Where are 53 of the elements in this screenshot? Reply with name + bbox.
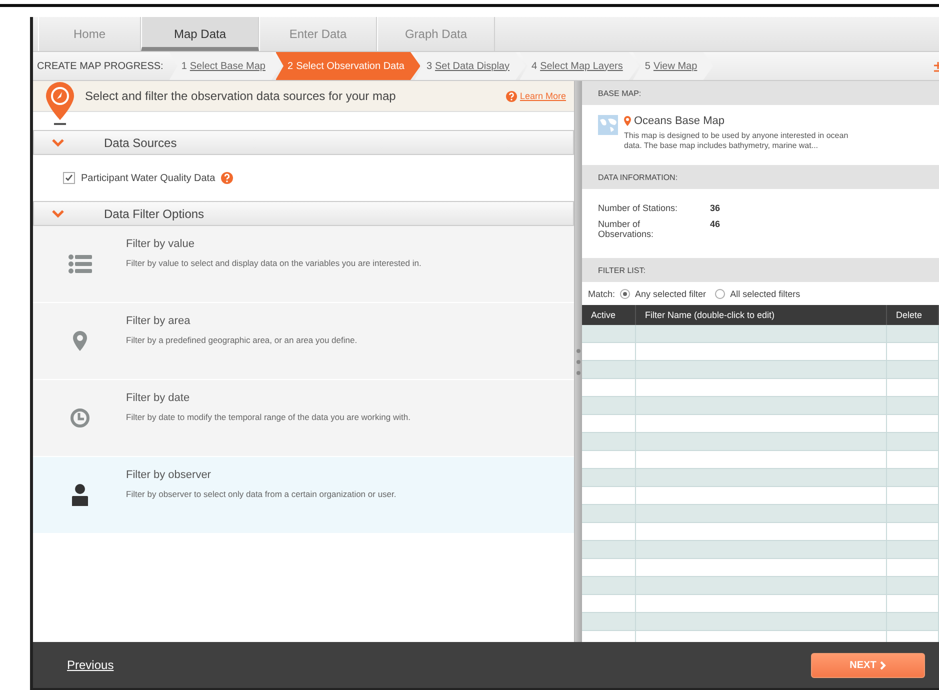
progress-step[interactable]: 4 Select Map Layers — [520, 52, 639, 80]
section-heading: BASE MAP: — [582, 81, 939, 105]
filter-option[interactable]: Filter by observer Filter by observer to select only data from a certain organization or user. — [33, 457, 574, 534]
radio-button[interactable] — [715, 288, 726, 298]
chevron-icon[interactable] — [52, 210, 64, 218]
info-label: Number of Observations: — [598, 219, 655, 239]
section-title: Data Sources — [104, 136, 177, 150]
filter-description: Filter by value to select and display data on the variables you are interested in. — [126, 258, 422, 268]
clock-icon — [70, 408, 90, 428]
filter-option[interactable]: Filter by area Filter by a predefined geographic area, or an area you define. — [33, 303, 574, 380]
world-map-icon — [598, 115, 618, 135]
intro-text: Select and filter the observation data sources for your map — [85, 89, 397, 103]
tab[interactable]: Map Data — [141, 17, 259, 51]
base-map-description: This map is designed to be used by anyone interested in ocean data. The base map includes bathymetry, marine wat... — [624, 131, 850, 152]
filter-option[interactable]: Filter by value Filter by value to select and display data on the variables you are interested in. — [33, 226, 574, 303]
section-heading: FILTER LIST: — [582, 258, 939, 282]
progress-step[interactable]: 3 Set Data Display — [414, 52, 526, 80]
checkbox[interactable] — [63, 172, 75, 184]
compass-pin-icon — [45, 81, 75, 125]
previous-link[interactable]: Previous — [61, 657, 120, 673]
chevron-icon[interactable] — [52, 138, 64, 146]
help-icon[interactable] — [221, 172, 234, 184]
filter-description: Filter by observer to select only data from a certain organization or user. — [126, 489, 396, 499]
progress-step[interactable]: 5 View Map — [632, 52, 714, 80]
base-map-name: Oceans Base Map — [634, 115, 724, 127]
progress-step[interactable]: 1 Select Base Map — [169, 52, 282, 80]
list-icon — [68, 254, 92, 274]
checkbox-label: Participant Water Quality Data — [81, 172, 216, 184]
filter-description: Filter by a predefined geographic area, or an area you define. — [126, 335, 358, 345]
radio-label: Any selected filter — [635, 288, 706, 298]
section-heading: DATA INFORMATION: — [582, 165, 939, 189]
filter-title: Filter by observer — [126, 469, 212, 481]
info-label: Number of Stations: — [598, 203, 679, 213]
chevron-icon — [880, 660, 886, 670]
accordion-header[interactable]: Data Filter Options — [33, 201, 574, 226]
radio-button[interactable] — [620, 288, 630, 298]
filter-description: Filter by date to modify the temporal range of the data you are working with. — [126, 412, 410, 422]
section-title: Data Filter Options — [104, 206, 204, 220]
radio-label: All selected filters — [730, 288, 800, 298]
progress-label: CREATE MAP PROGRESS: — [36, 60, 164, 72]
filter-title: Filter by date — [126, 392, 191, 404]
filter-option[interactable]: Filter by date Filter by date to modify the temporal range of the data you are working with. — [33, 380, 574, 457]
info-value: 36 — [710, 203, 722, 213]
splitter-handle[interactable] — [575, 81, 582, 642]
location-pin-icon — [72, 331, 86, 351]
info-value: 46 — [710, 219, 722, 231]
help-icon — [506, 90, 517, 102]
accordion-header[interactable]: Data Sources — [33, 130, 574, 155]
filter-title: Filter by value — [126, 238, 196, 250]
match-label: Match: — [588, 288, 616, 298]
location-pin-icon — [624, 116, 631, 126]
person-icon — [72, 484, 88, 506]
filter-title: Filter by area — [126, 315, 192, 327]
